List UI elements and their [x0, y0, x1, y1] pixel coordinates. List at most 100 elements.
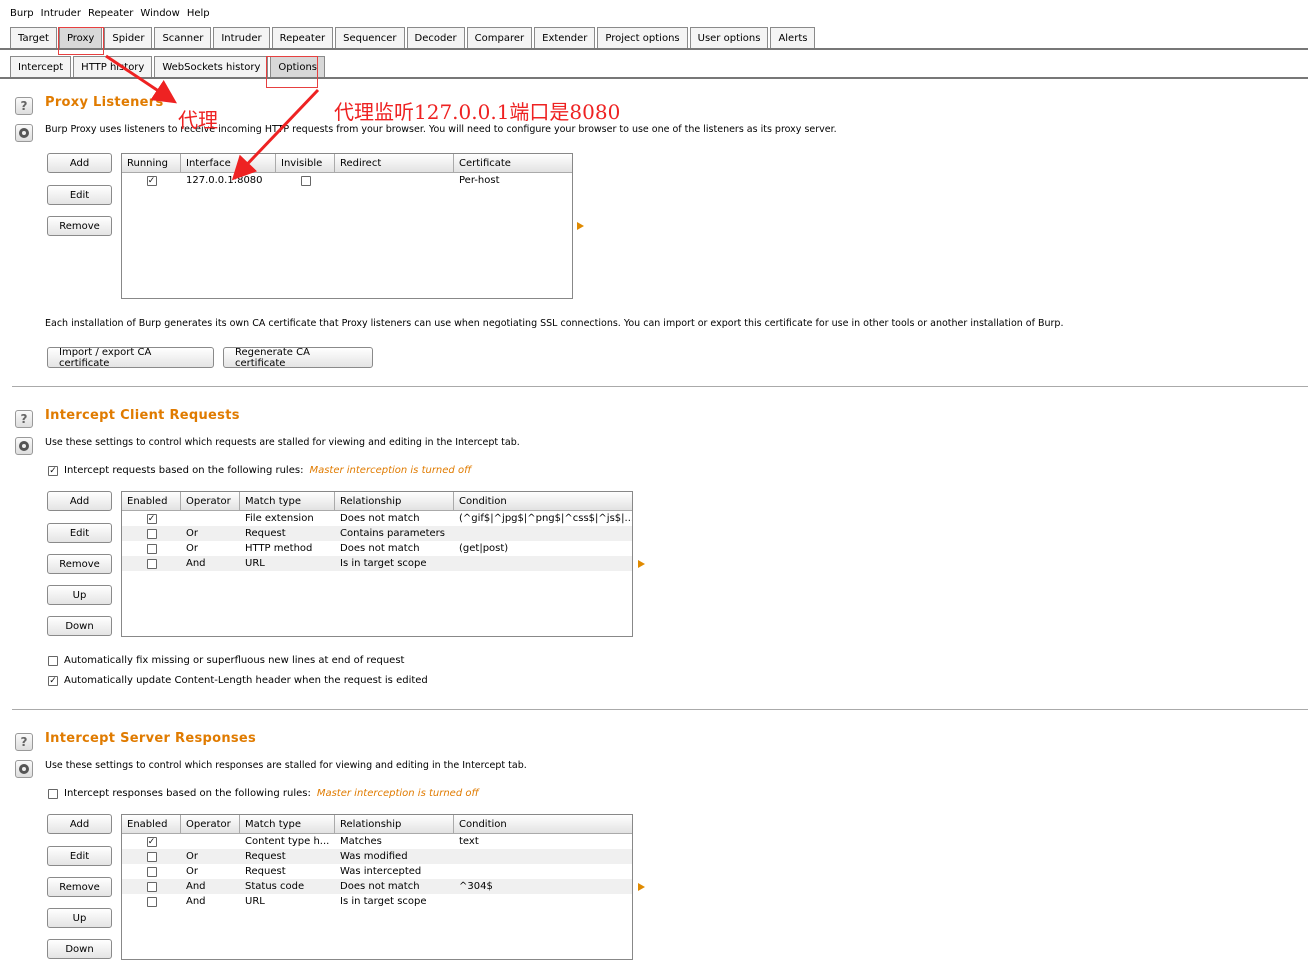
condition-cell: ^304$ — [459, 881, 493, 892]
col-operator[interactable]: Operator — [181, 815, 240, 833]
help-icon[interactable]: ? — [15, 97, 33, 115]
enabled-checkbox[interactable] — [146, 543, 157, 554]
enabled-checkbox[interactable] — [146, 528, 157, 539]
col-invisible[interactable]: Invisible — [276, 154, 335, 172]
tab-decoder[interactable]: Decoder — [406, 27, 465, 48]
operator-cell: Or — [186, 543, 198, 554]
intercept-requests-checkbox[interactable]: ✓ — [48, 465, 58, 476]
tab-comparer[interactable]: Comparer — [466, 27, 533, 48]
proxy-annotation: 代理 — [178, 108, 218, 132]
running-checkbox[interactable]: ✓ — [146, 175, 157, 186]
col-relationship[interactable]: Relationship — [335, 815, 454, 833]
invisible-checkbox[interactable] — [300, 175, 311, 186]
response-rule-up-button[interactable]: Up — [47, 908, 112, 928]
request-rules-table[interactable]: Enabled Operator Match type Relationship… — [121, 491, 633, 637]
condition-cell — [454, 864, 632, 879]
table-row[interactable]: And Status code Does not match ^304$ — [122, 879, 632, 894]
col-condition[interactable]: Condition — [454, 815, 632, 833]
tab-target[interactable]: Target — [10, 27, 57, 48]
col-match-type[interactable]: Match type — [240, 815, 335, 833]
subtab-intercept[interactable]: Intercept — [10, 56, 72, 77]
table-row[interactable]: And URL Is in target scope — [122, 556, 632, 571]
help-icon[interactable]: ? — [15, 733, 33, 751]
listener-annotation: 代理监听127.0.0.1端口是8080 — [334, 100, 621, 124]
enabled-checkbox[interactable]: ✓ — [146, 836, 157, 847]
interface-cell: 127.0.0.1:8080 — [186, 175, 263, 186]
tab-repeater[interactable]: Repeater — [271, 27, 334, 48]
request-rule-remove-button[interactable]: Remove — [47, 554, 112, 574]
intercept-responses-checkbox[interactable] — [48, 788, 58, 799]
enabled-checkbox[interactable] — [146, 851, 157, 862]
enabled-checkbox[interactable] — [146, 881, 157, 892]
col-match-type[interactable]: Match type — [240, 492, 335, 510]
request-rule-down-button[interactable]: Down — [47, 616, 112, 636]
enabled-checkbox[interactable] — [146, 896, 157, 907]
col-enabled[interactable]: Enabled — [122, 492, 181, 510]
table-row[interactable]: Or HTTP method Does not match (get|post) — [122, 541, 632, 556]
col-redirect[interactable]: Redirect — [335, 154, 454, 172]
expand-arrow-icon[interactable] — [638, 560, 645, 568]
table-row[interactable]: And URL Is in target scope — [122, 894, 632, 909]
table-row[interactable]: Or Request Was modified — [122, 849, 632, 864]
regenerate-ca-button[interactable]: Regenerate CA certificate — [223, 347, 373, 369]
enabled-checkbox[interactable] — [146, 866, 157, 877]
master-interception-note: Master interception is turned off — [316, 788, 479, 799]
expand-arrow-icon[interactable] — [577, 222, 584, 230]
tab-project-options[interactable]: Project options — [597, 27, 688, 48]
tab-sequencer[interactable]: Sequencer — [335, 27, 405, 48]
table-row[interactable]: ✓ 127.0.0.1:8080 Per-host — [122, 173, 572, 188]
col-running[interactable]: Running — [122, 154, 181, 172]
menu-repeater[interactable]: Repeater — [88, 8, 133, 19]
col-relationship[interactable]: Relationship — [335, 492, 454, 510]
table-row[interactable]: Or Request Was intercepted — [122, 864, 632, 879]
tab-extender[interactable]: Extender — [534, 27, 596, 48]
response-rules-table[interactable]: Enabled Operator Match type Relationship… — [121, 814, 633, 960]
col-interface[interactable]: Interface — [181, 154, 276, 172]
tab-intruder[interactable]: Intruder — [213, 27, 270, 48]
tab-scanner[interactable]: Scanner — [154, 27, 212, 48]
request-rule-edit-button[interactable]: Edit — [47, 523, 112, 543]
response-rule-remove-button[interactable]: Remove — [47, 877, 112, 897]
response-rule-add-button[interactable]: Add — [47, 814, 112, 834]
response-rule-edit-button[interactable]: Edit — [47, 846, 112, 866]
auto-update-length-checkbox[interactable]: ✓ — [48, 675, 58, 686]
col-operator[interactable]: Operator — [181, 492, 240, 510]
table-row[interactable]: ✓ Content type h... Matches text — [122, 834, 632, 849]
listener-remove-button[interactable]: Remove — [47, 216, 112, 236]
relationship-cell: Contains parameters — [340, 528, 445, 539]
menu-help[interactable]: Help — [187, 8, 210, 19]
tab-alerts[interactable]: Alerts — [770, 27, 816, 48]
request-rule-up-button[interactable]: Up — [47, 585, 112, 605]
col-certificate[interactable]: Certificate — [454, 154, 572, 172]
menu-window[interactable]: Window — [140, 8, 179, 19]
request-rule-add-button[interactable]: Add — [47, 491, 112, 511]
condition-cell: (get|post) — [459, 543, 509, 554]
gear-icon[interactable] — [15, 124, 33, 142]
table-row[interactable]: Or Request Contains parameters — [122, 526, 632, 541]
auto-fix-newlines-checkbox[interactable] — [48, 655, 58, 666]
intercept-requests-title: Intercept Client Requests — [45, 408, 240, 423]
enabled-checkbox[interactable]: ✓ — [146, 513, 157, 524]
tab-user-options[interactable]: User options — [689, 27, 769, 48]
help-icon[interactable]: ? — [15, 410, 33, 428]
expand-arrow-icon[interactable] — [638, 883, 645, 891]
response-rule-down-button[interactable]: Down — [47, 939, 112, 959]
listener-edit-button[interactable]: Edit — [47, 185, 112, 205]
subtab-http-history[interactable]: HTTP history — [73, 56, 153, 77]
col-condition[interactable]: Condition — [454, 492, 632, 510]
subtab-websockets-history[interactable]: WebSockets history — [154, 56, 269, 77]
listeners-table[interactable]: Running Interface Invisible Redirect Cer… — [121, 153, 573, 299]
col-enabled[interactable]: Enabled — [122, 815, 181, 833]
intercept-requests-rule: ✓ Intercept requests based on the follow… — [48, 465, 471, 476]
gear-icon[interactable] — [15, 437, 33, 455]
menu-burp[interactable]: Burp — [10, 8, 34, 19]
menu-intruder[interactable]: Intruder — [41, 8, 81, 19]
table-row[interactable]: ✓ File extension Does not match (^gif$|^… — [122, 511, 632, 526]
enabled-checkbox[interactable] — [146, 558, 157, 569]
listener-add-button[interactable]: Add — [47, 153, 112, 173]
gear-icon[interactable] — [15, 760, 33, 778]
import-export-ca-button[interactable]: Import / export CA certificate — [47, 347, 214, 369]
menu-bar: Burp Intruder Repeater Window Help — [0, 4, 210, 22]
tab-spider[interactable]: Spider — [104, 27, 153, 48]
auto-fix-newlines-option: Automatically fix missing or superfluous… — [48, 655, 404, 666]
